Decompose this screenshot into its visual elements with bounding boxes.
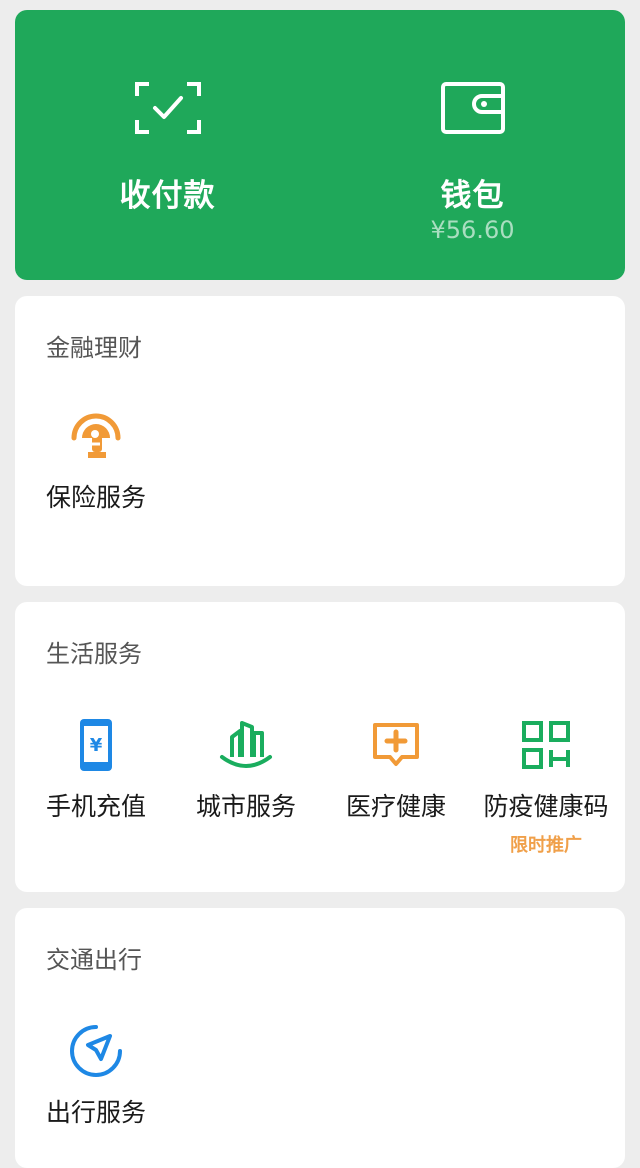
finance-section: 金融理财 保险服务 (15, 296, 625, 586)
insurance-umbrella-icon (71, 413, 121, 458)
service-medical[interactable]: 医疗健康 (321, 717, 471, 823)
section-title-life: 生活服务 (46, 640, 142, 668)
promo-badge: 限时推广 (510, 835, 582, 856)
service-label: 手机充值 (45, 792, 146, 821)
wallet-label: 钱包 (440, 178, 505, 214)
transport-section: 交通出行 出行服务 (15, 908, 625, 1168)
qr-code-icon (522, 721, 570, 769)
service-city[interactable]: 城市服务 (171, 717, 321, 823)
section-title-finance: 金融理财 (46, 334, 142, 362)
service-label: 出行服务 (45, 1098, 146, 1127)
wallet-button[interactable]: 钱包 ¥56.60 (320, 10, 625, 280)
life-services-section: 生活服务 ¥ 手机充值 城市服务 医疗健康 防疫健康码 限时推广 (15, 602, 625, 892)
city-buildings-icon (220, 721, 272, 768)
service-label: 城市服务 (195, 792, 296, 821)
pay-receive-label: 收付款 (119, 178, 216, 214)
service-travel[interactable]: 出行服务 (21, 1023, 171, 1129)
medical-cross-icon (373, 723, 419, 766)
pay-receive-button[interactable]: 收付款 (15, 10, 320, 280)
svg-text:¥: ¥ (90, 735, 103, 756)
mobile-recharge-icon: ¥ (80, 719, 112, 771)
wallet-balance: ¥56.60 (430, 216, 515, 244)
wallet-icon (440, 82, 505, 134)
service-label: 保险服务 (45, 483, 146, 512)
service-label: 防疫健康码 (483, 792, 609, 821)
service-mobile-recharge[interactable]: ¥ 手机充值 (21, 717, 171, 823)
wallet-hero-card: 收付款 钱包 ¥56.60 (15, 10, 625, 280)
scan-check-icon (134, 82, 201, 134)
service-health-code[interactable]: 防疫健康码 限时推广 (471, 717, 621, 857)
section-title-transport: 交通出行 (46, 946, 142, 974)
service-insurance[interactable]: 保险服务 (21, 408, 171, 514)
service-label: 医疗健康 (345, 792, 446, 821)
navigation-arrow-icon (70, 1025, 122, 1077)
